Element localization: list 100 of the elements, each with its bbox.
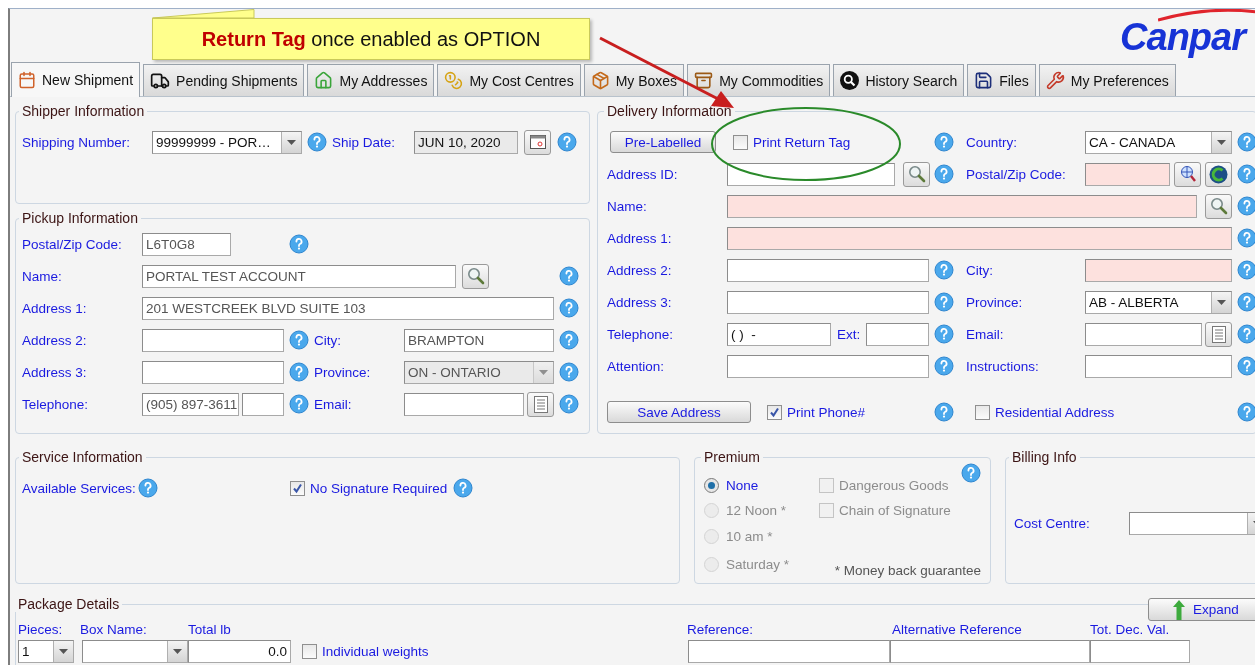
help-icon[interactable]	[453, 478, 474, 498]
help-icon[interactable]	[934, 260, 954, 280]
help-icon[interactable]	[1237, 292, 1255, 312]
field-label: Province:	[966, 294, 1023, 310]
help-icon[interactable]	[559, 394, 579, 414]
help-icon[interactable]	[1237, 132, 1255, 152]
checkbox-label: Print Return Tag	[753, 134, 851, 150]
checkbox[interactable]	[733, 134, 748, 150]
help-icon[interactable]	[559, 298, 579, 318]
help-icon[interactable]	[557, 132, 577, 152]
help-icon[interactable]	[934, 132, 954, 152]
date-field[interactable]: JUN 10, 2020	[414, 130, 518, 154]
dropdown[interactable]: 99999999 - POR…	[152, 130, 302, 154]
text-field[interactable]	[727, 226, 1232, 250]
text-field[interactable]: L6T0G8	[142, 232, 231, 256]
help-icon[interactable]	[289, 330, 309, 350]
checkbox[interactable]	[767, 404, 782, 420]
help-icon[interactable]	[934, 324, 954, 344]
tab[interactable]: Files	[967, 64, 1036, 96]
help-icon[interactable]	[559, 362, 579, 382]
text-field[interactable]: 201 WESTCREEK BLVD SUITE 103	[142, 296, 554, 320]
help-icon[interactable]	[1237, 402, 1255, 422]
help-icon[interactable]	[307, 132, 327, 152]
text-field[interactable]	[1085, 354, 1232, 378]
tab[interactable]: My Preferences	[1038, 64, 1176, 96]
checkbox[interactable]	[302, 643, 317, 659]
dropdown[interactable]	[82, 639, 188, 663]
help-icon[interactable]	[289, 362, 309, 382]
text-field[interactable]	[688, 639, 890, 663]
help-icon[interactable]	[934, 402, 954, 422]
dropdown[interactable]	[1129, 511, 1255, 535]
text-field[interactable]	[1085, 162, 1170, 186]
text-field[interactable]	[142, 360, 284, 384]
checkbox-label: Dangerous Goods	[839, 477, 949, 493]
checkbox[interactable]	[975, 404, 990, 420]
dropdown[interactable]: 1	[18, 639, 74, 663]
help-icon[interactable]	[934, 164, 954, 184]
save-address-button[interactable]: Save Address	[607, 401, 751, 423]
text-field[interactable]	[727, 290, 929, 314]
text-field[interactable]: ( ) -	[727, 322, 831, 346]
help-icon[interactable]	[1237, 324, 1255, 344]
search-button[interactable]	[903, 161, 930, 187]
text-field[interactable]	[727, 354, 929, 378]
address-book-button[interactable]	[527, 391, 554, 417]
tab[interactable]: My Commodities	[687, 64, 831, 96]
help-icon[interactable]	[1237, 228, 1255, 248]
text-field[interactable]	[1085, 258, 1232, 282]
search-button[interactable]	[462, 263, 489, 289]
pre-labelled-button[interactable]: Pre-Labelled	[610, 131, 716, 153]
help-icon[interactable]	[1237, 356, 1255, 376]
text-field[interactable]: (905) 897-3611	[142, 392, 239, 416]
caret-icon	[539, 369, 548, 375]
text-field[interactable]	[727, 258, 929, 282]
help-icon[interactable]	[1237, 260, 1255, 280]
text-field[interactable]	[890, 639, 1090, 663]
tab[interactable]: My Addresses	[307, 64, 435, 96]
field-label: Telephone:	[607, 326, 674, 342]
text-field[interactable]	[866, 322, 929, 346]
locate-button[interactable]	[1205, 161, 1232, 187]
text-field[interactable]: 0.0	[188, 639, 291, 663]
help-icon[interactable]	[559, 330, 579, 350]
magnifier-icon	[1209, 197, 1228, 215]
help-icon[interactable]	[934, 292, 954, 312]
radio-button[interactable]	[704, 477, 719, 493]
field-label: Box Name:	[80, 621, 147, 637]
text-field[interactable]	[1085, 322, 1202, 346]
calendar-button[interactable]	[524, 129, 551, 155]
checkbox[interactable]	[290, 480, 305, 496]
text-field[interactable]	[142, 328, 284, 352]
text-field[interactable]	[242, 392, 284, 416]
help-icon[interactable]	[1237, 196, 1255, 216]
tab[interactable]: History Search	[833, 64, 965, 96]
text-field[interactable]	[1090, 639, 1190, 663]
help-icon[interactable]	[934, 356, 954, 376]
search-button[interactable]	[1205, 193, 1232, 219]
tab[interactable]: Pending Shipments	[143, 64, 305, 96]
help-icon[interactable]	[961, 463, 981, 483]
help-icon[interactable]	[289, 234, 309, 254]
expand-button[interactable]: Expand	[1148, 598, 1255, 621]
help-icon[interactable]	[559, 266, 579, 286]
help-icon[interactable]	[289, 394, 309, 414]
tab[interactable]: My Cost Centres	[437, 64, 581, 96]
tab[interactable]: New Shipment	[11, 62, 141, 97]
tab[interactable]: My Boxes	[583, 64, 685, 96]
field-label: Attention:	[607, 358, 665, 374]
dropdown[interactable]: AB - ALBERTA	[1085, 290, 1232, 314]
text-field[interactable]: BRAMPTON	[404, 328, 554, 352]
text-field[interactable]	[727, 194, 1197, 218]
text-field[interactable]	[727, 162, 895, 186]
field-label: Address 1:	[607, 230, 672, 246]
dropdown[interactable]: CA - CANADA	[1085, 130, 1232, 154]
address-book-button[interactable]	[1205, 321, 1232, 347]
chest-icon	[694, 71, 714, 90]
help-icon[interactable]	[137, 478, 158, 498]
text-field[interactable]	[404, 392, 524, 416]
field-label: Address 3:	[22, 364, 87, 380]
field-label: Ext:	[837, 326, 861, 342]
help-icon[interactable]	[1237, 164, 1255, 184]
postal-lookup-button[interactable]	[1174, 161, 1201, 187]
text-field[interactable]: PORTAL TEST ACCOUNT	[142, 264, 456, 288]
